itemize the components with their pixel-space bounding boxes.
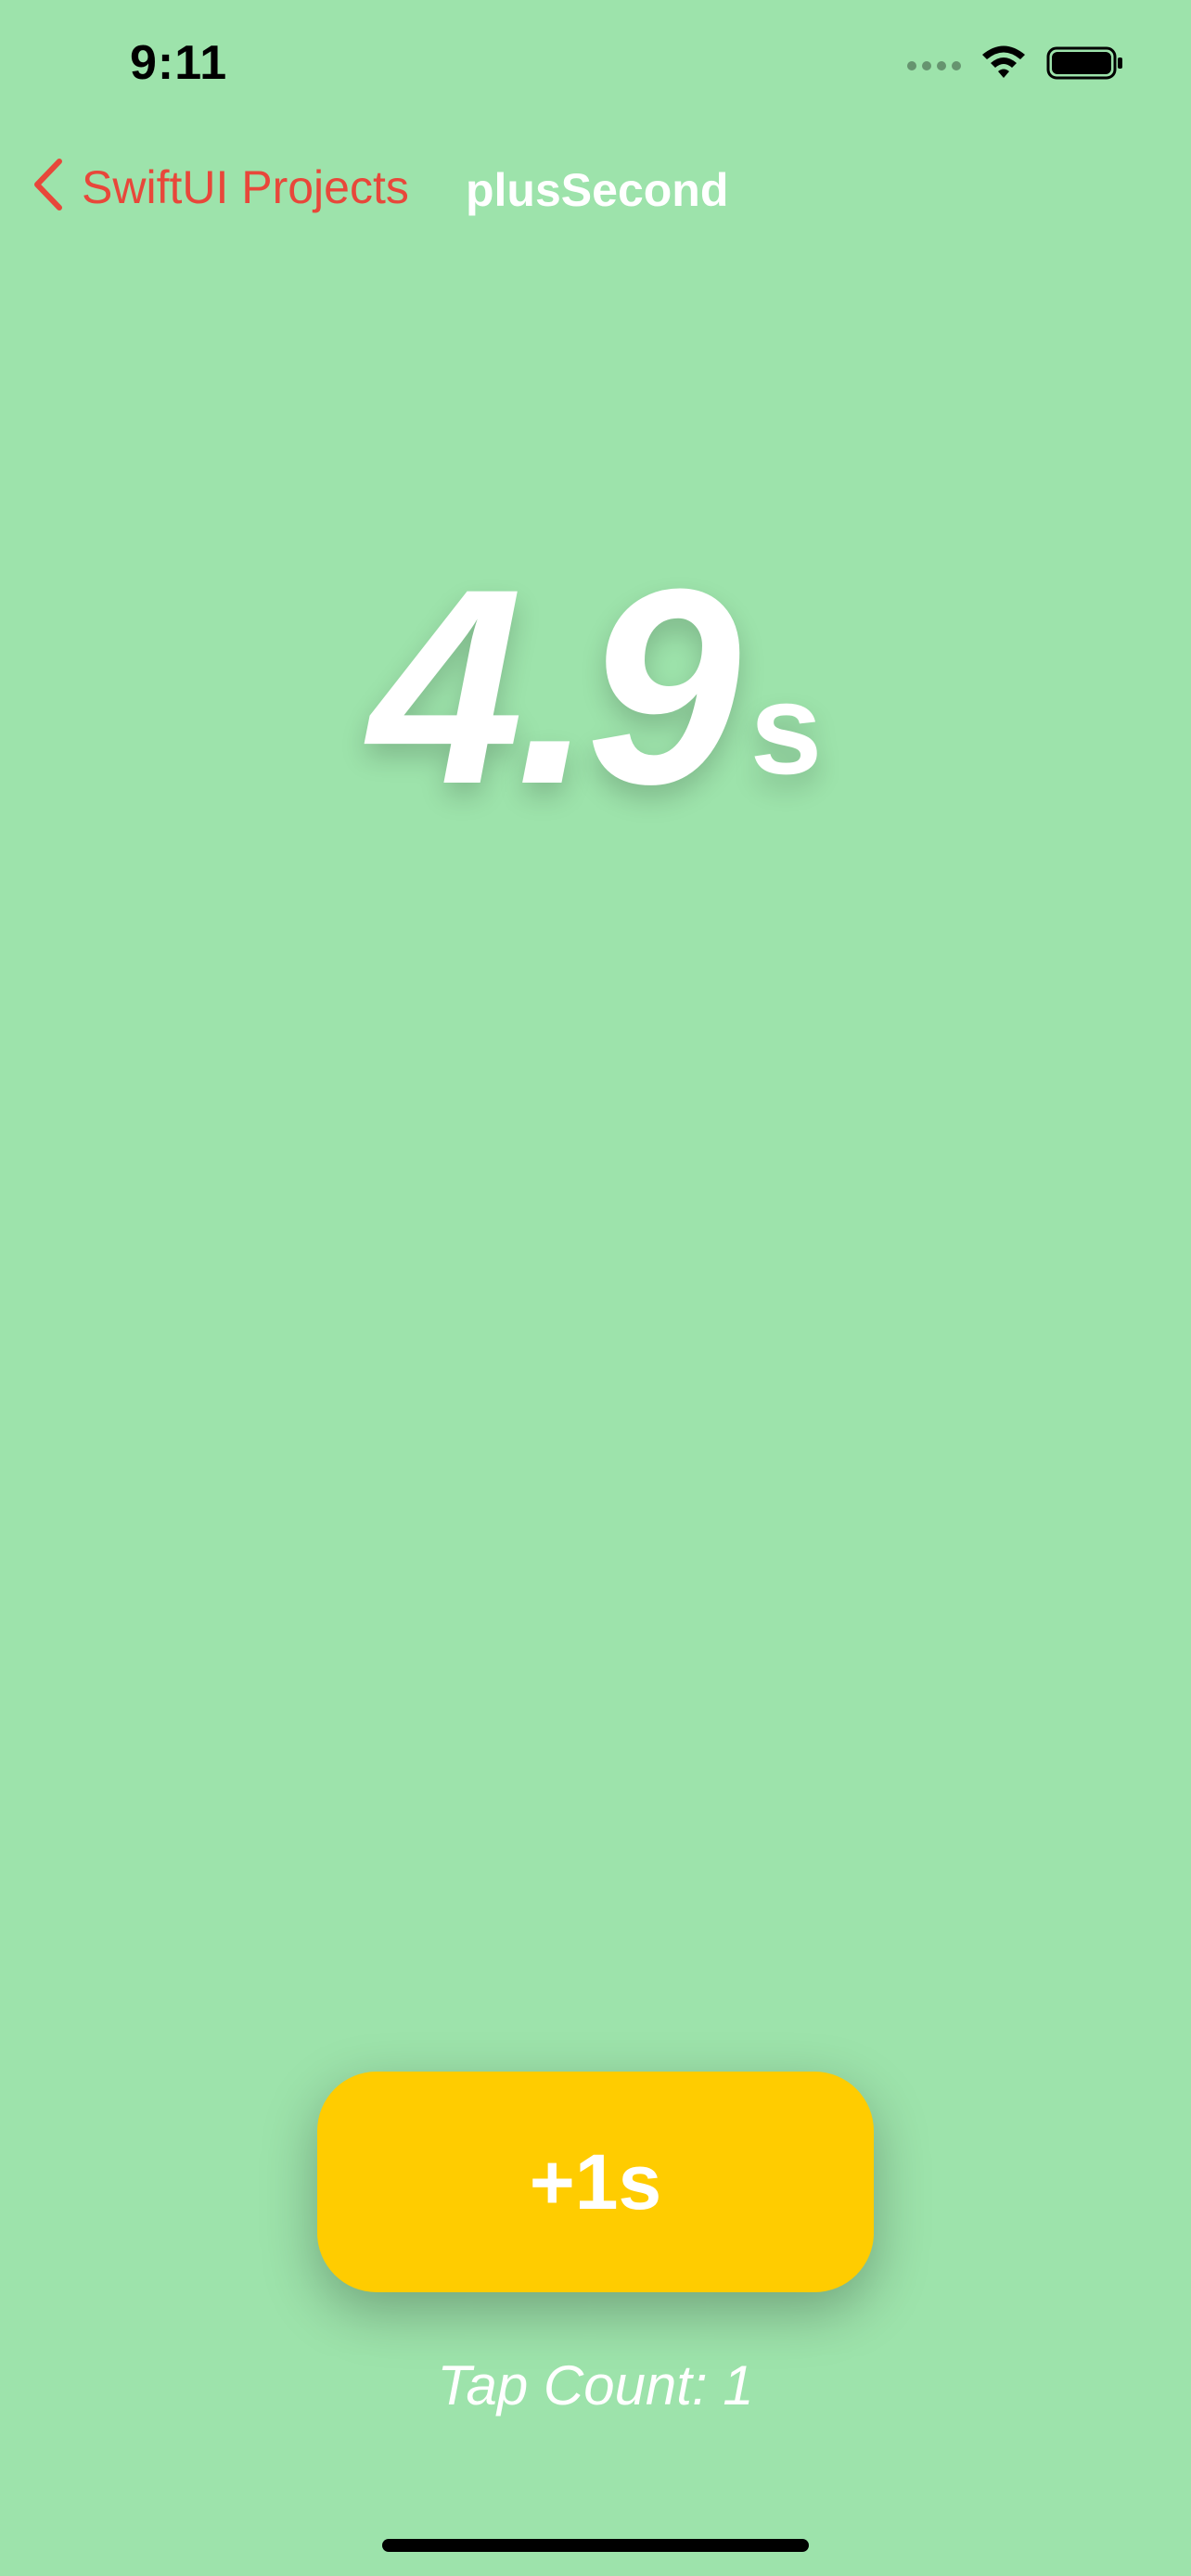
add-second-button-label: +1s — [529, 2137, 662, 2225]
wifi-icon — [980, 45, 1028, 86]
timer-unit: s — [749, 656, 823, 801]
back-button-label: SwiftUI Projects — [82, 160, 409, 213]
status-time: 9:11 — [130, 36, 228, 90]
back-button[interactable]: SwiftUI Projects — [32, 158, 409, 216]
signal-dots-icon — [907, 60, 961, 70]
timer-value: 4.9 — [368, 530, 741, 842]
battery-icon — [1046, 45, 1124, 86]
chevron-left-icon — [32, 158, 63, 216]
add-second-button[interactable]: +1s — [317, 2072, 874, 2292]
tap-count-label: Tap Count: 1 — [437, 2354, 754, 2417]
home-indicator[interactable] — [382, 2539, 809, 2552]
status-icons — [907, 45, 1124, 86]
page-title: plusSecond — [466, 164, 729, 216]
timer-display: 4.9 s — [0, 547, 1191, 825]
